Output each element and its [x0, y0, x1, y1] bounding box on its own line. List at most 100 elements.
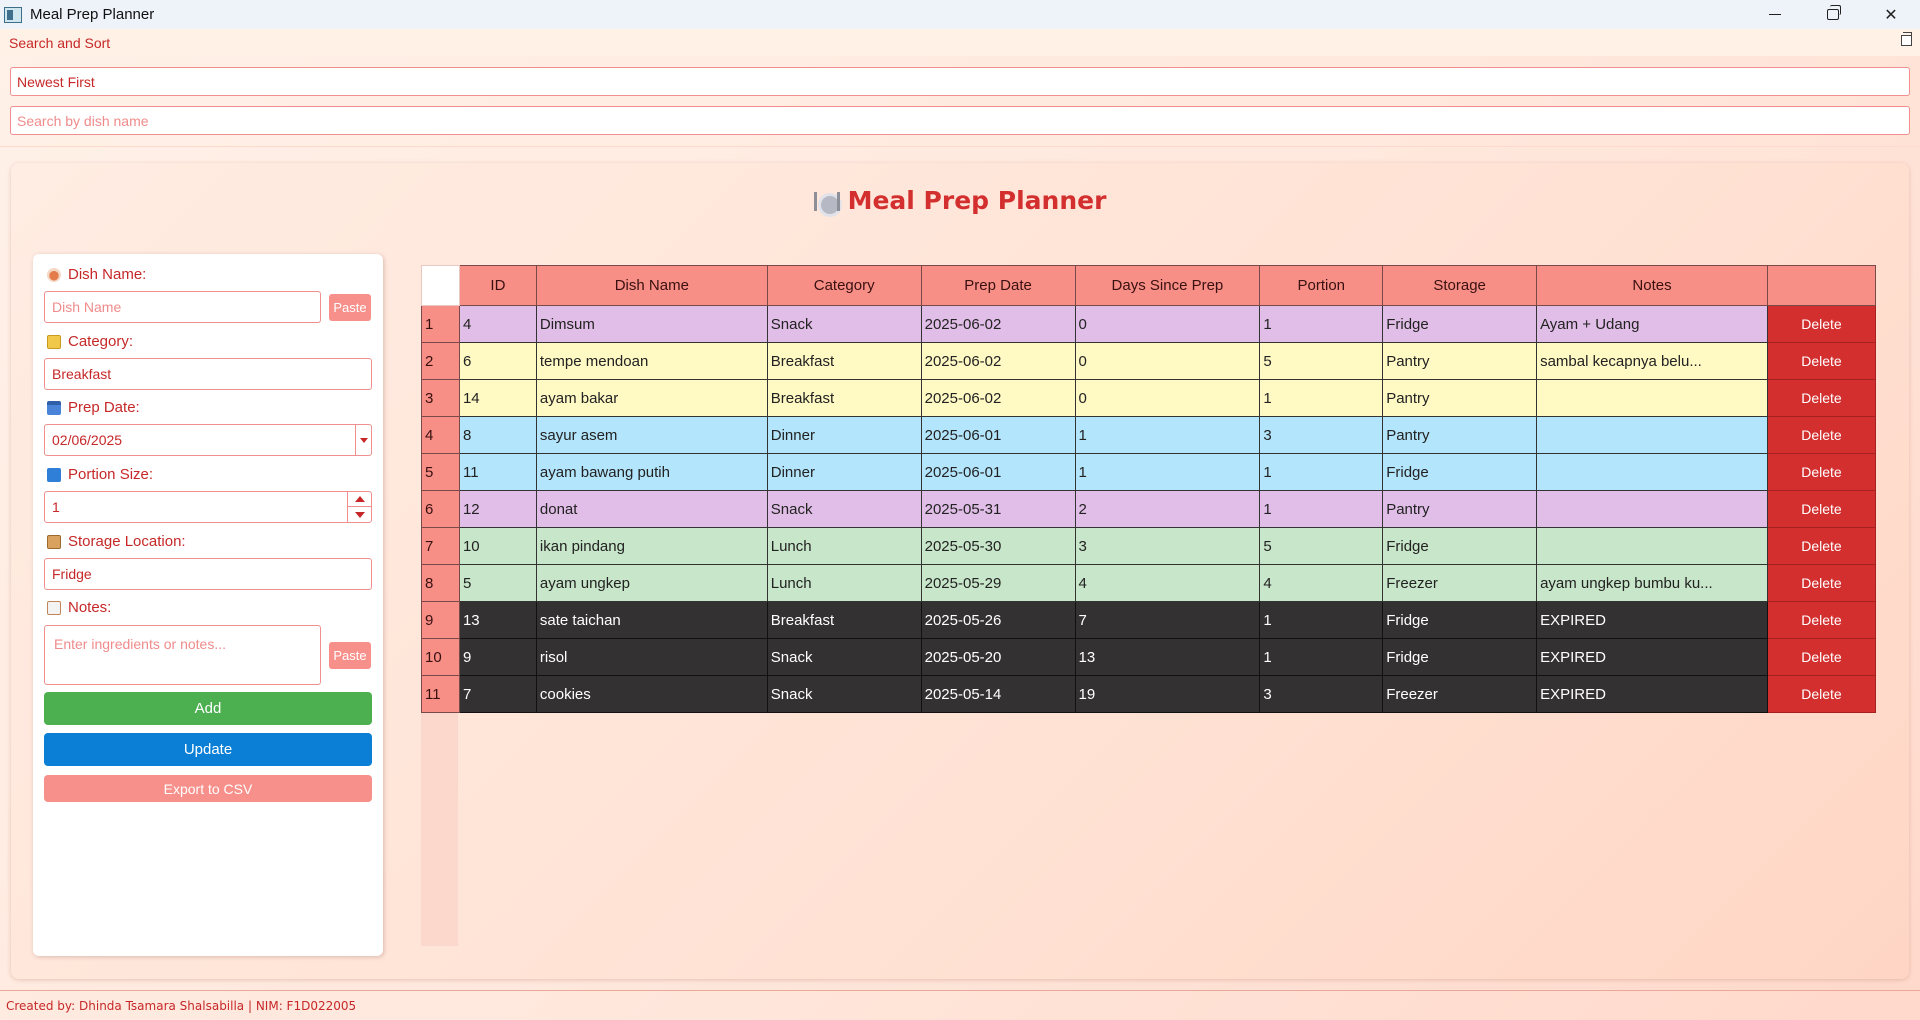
cell-storage: Fridge: [1382, 453, 1538, 491]
cell-days-since-prep: 2: [1074, 490, 1261, 528]
cell-category: Lunch: [766, 564, 922, 602]
row-number[interactable]: 2: [421, 342, 460, 380]
cell-category: Breakfast: [766, 342, 922, 380]
delete-button[interactable]: Delete: [1766, 379, 1877, 417]
column-header-id[interactable]: ID: [458, 265, 537, 306]
column-header-category[interactable]: Category: [766, 265, 922, 306]
title-bar: Meal Prep Planner ✕: [0, 0, 1920, 29]
cell-portion: 3: [1259, 675, 1384, 713]
cell-dish-name: ayam ungkep: [535, 564, 768, 602]
dish-name-input[interactable]: Dish Name: [44, 291, 321, 323]
row-number[interactable]: 3: [421, 379, 460, 417]
notes-textarea[interactable]: Enter ingredients or notes...: [44, 625, 321, 685]
chevron-down-icon[interactable]: [355, 425, 371, 455]
plate-icon: [813, 191, 842, 217]
column-header-prep-date[interactable]: Prep Date: [920, 265, 1076, 306]
table-row[interactable]: 6 12 donat Snack 2025-05-31 2 1 Pantry Delete: [421, 490, 1877, 528]
delete-button[interactable]: Delete: [1766, 527, 1877, 565]
delete-button[interactable]: Delete: [1766, 416, 1877, 454]
minimize-icon: [1769, 14, 1781, 15]
cell-category: Breakfast: [766, 379, 922, 417]
delete-button[interactable]: Delete: [1766, 342, 1877, 380]
table-row[interactable]: 7 10 ikan pindang Lunch 2025-05-30 3 5 Fridge De…: [421, 527, 1877, 565]
app-icon: [4, 6, 22, 23]
dock-float-icon[interactable]: [1901, 32, 1912, 46]
maximize-button[interactable]: [1804, 0, 1862, 29]
cell-prep-date: 2025-05-14: [920, 675, 1076, 713]
cell-prep-date: 2025-05-31: [920, 490, 1076, 528]
prep-date-picker[interactable]: 02/06/2025: [44, 424, 372, 456]
column-header-notes[interactable]: Notes: [1536, 265, 1768, 306]
delete-button[interactable]: Delete: [1766, 305, 1877, 343]
folder-icon: [47, 334, 61, 349]
decrement-icon[interactable]: [348, 507, 371, 522]
delete-button[interactable]: Delete: [1766, 564, 1877, 602]
corner-cell[interactable]: [421, 265, 460, 306]
table-row[interactable]: 1 4 Dimsum Snack 2025-06-02 0 1 Fridge Ayam + Ud…: [421, 305, 1877, 343]
category-input[interactable]: Breakfast: [44, 358, 372, 390]
table-row[interactable]: 10 9 risol Snack 2025-05-20 13 1 Fridge EXPIRED D…: [421, 638, 1877, 676]
row-number[interactable]: 5: [421, 453, 460, 491]
row-number[interactable]: 6: [421, 490, 460, 528]
cell-notes: [1536, 416, 1768, 454]
row-number[interactable]: 8: [421, 564, 460, 602]
row-number[interactable]: 1: [421, 305, 460, 343]
column-header-actions[interactable]: [1766, 265, 1877, 306]
cell-notes: [1536, 453, 1768, 491]
category-label-text: Category:: [68, 333, 134, 350]
cell-portion: 4: [1259, 564, 1384, 602]
increment-icon[interactable]: [348, 492, 371, 507]
column-header-portion[interactable]: Portion: [1259, 265, 1384, 306]
sort-select[interactable]: Newest First: [10, 67, 1910, 96]
row-number[interactable]: 7: [421, 527, 460, 565]
delete-button[interactable]: Delete: [1766, 638, 1877, 676]
delete-button[interactable]: Delete: [1766, 675, 1877, 713]
notes-label: Notes:: [47, 599, 111, 616]
paste-notes-button[interactable]: Paste: [329, 642, 371, 669]
storage-location-label: Storage Location:: [47, 533, 186, 550]
column-header-days-since-prep[interactable]: Days Since Prep: [1074, 265, 1261, 306]
footer-divider: [0, 990, 1920, 991]
cell-days-since-prep: 1: [1074, 416, 1261, 454]
meal-table: ID Dish Name Category Prep Date Days Sin…: [421, 265, 1877, 713]
row-number[interactable]: 10: [421, 638, 460, 676]
portion-size-stepper[interactable]: 1: [44, 491, 372, 523]
table-row[interactable]: 4 8 sayur asem Dinner 2025-06-01 1 3 Pantry Dele…: [421, 416, 1877, 454]
update-button[interactable]: Update: [44, 733, 372, 766]
table-row[interactable]: 9 13 sate taichan Breakfast 2025-05-26 7 1 Frid…: [421, 601, 1877, 639]
cell-category: Dinner: [766, 416, 922, 454]
cell-days-since-prep: 13: [1074, 638, 1261, 676]
table-row[interactable]: 2 6 tempe mendoan Breakfast 2025-06-02 0 5 Pant…: [421, 342, 1877, 380]
cell-portion: 5: [1259, 527, 1384, 565]
storage-location-input[interactable]: Fridge: [44, 558, 372, 590]
search-input[interactable]: Search by dish name: [10, 106, 1910, 135]
cell-prep-date: 2025-06-02: [920, 379, 1076, 417]
delete-button[interactable]: Delete: [1766, 453, 1877, 491]
column-header-storage[interactable]: Storage: [1382, 265, 1538, 306]
table-row[interactable]: 8 5 ayam ungkep Lunch 2025-05-29 4 4 Freezer aya…: [421, 564, 1877, 602]
delete-button[interactable]: Delete: [1766, 490, 1877, 528]
add-button[interactable]: Add: [44, 692, 372, 725]
prep-date-label: Prep Date:: [47, 399, 140, 416]
cell-id: 12: [458, 490, 537, 528]
cell-dish-name: sate taichan: [535, 601, 768, 639]
page-title-text: Meal Prep Planner: [847, 186, 1107, 215]
cell-id: 10: [458, 527, 537, 565]
calendar-icon: [47, 400, 61, 415]
table-row[interactable]: 11 7 cookies Snack 2025-05-14 19 3 Freezer EXPIR…: [421, 675, 1877, 713]
cell-category: Snack: [766, 305, 922, 343]
minimize-button[interactable]: [1746, 0, 1804, 29]
column-header-dish-name[interactable]: Dish Name: [535, 265, 768, 306]
close-button[interactable]: ✕: [1862, 0, 1920, 29]
row-number[interactable]: 4: [421, 416, 460, 454]
cell-notes: sambal kecapnya belu...: [1536, 342, 1768, 380]
delete-button[interactable]: Delete: [1766, 601, 1877, 639]
table-row[interactable]: 3 14 ayam bakar Breakfast 2025-06-02 0 1 Pantry…: [421, 379, 1877, 417]
paste-dish-button[interactable]: Paste: [329, 294, 371, 321]
export-csv-button[interactable]: Export to CSV: [44, 775, 372, 802]
table-row[interactable]: 5 11 ayam bawang putih Dinner 2025-06-01 1 1 Fr…: [421, 453, 1877, 491]
cell-category: Snack: [766, 675, 922, 713]
row-number[interactable]: 11: [421, 675, 460, 713]
row-number[interactable]: 9: [421, 601, 460, 639]
meal-form-panel: Dish Name: Dish Name Paste Category: Bre…: [33, 254, 383, 956]
